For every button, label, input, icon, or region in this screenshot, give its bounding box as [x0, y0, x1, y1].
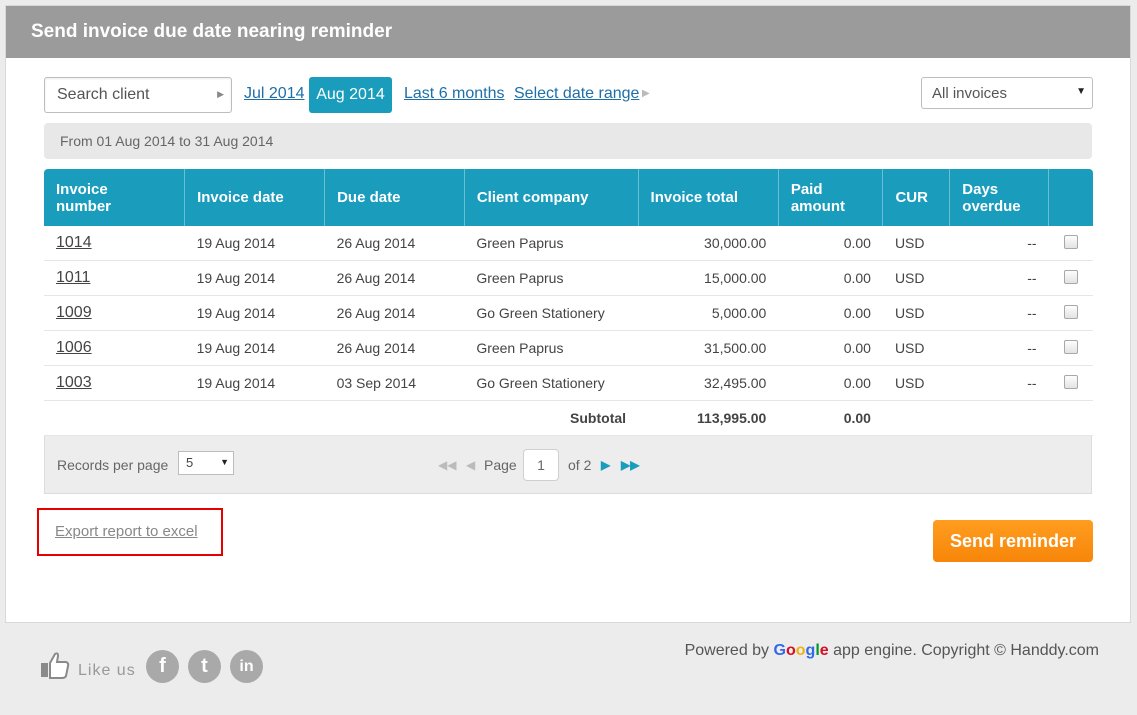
table-row: 1006 19 Aug 2014 26 Aug 2014 Green Papru…	[44, 330, 1093, 366]
currency-cell: USD	[882, 260, 950, 296]
invoice-number-link[interactable]: 1003	[56, 374, 92, 391]
paid-cell: 0.00	[778, 365, 883, 401]
table-row: 1011 19 Aug 2014 26 Aug 2014 Green Papru…	[44, 260, 1093, 296]
google-logo: Google	[773, 642, 829, 659]
col-invoice-number[interactable]: Invoice number	[44, 169, 186, 226]
days-overdue-cell: --	[949, 295, 1049, 331]
invoice-date-cell: 19 Aug 2014	[184, 260, 325, 296]
linkedin-icon[interactable]: in	[230, 650, 263, 683]
due-date-cell: 26 Aug 2014	[324, 260, 465, 296]
invoice-number-link[interactable]: 1011	[56, 269, 90, 286]
row-checkbox[interactable]	[1063, 304, 1078, 319]
row-checkbox[interactable]	[1063, 374, 1078, 389]
days-overdue-cell: --	[949, 330, 1049, 366]
total-cell: 31,500.00	[638, 330, 779, 366]
paid-cell: 0.00	[778, 260, 883, 296]
date-link-last-6-months[interactable]: Last 6 months	[404, 85, 505, 103]
chevron-down-icon: ▼	[220, 457, 229, 467]
currency-cell: USD	[882, 226, 950, 261]
next-page-icon[interactable]: ▶	[601, 458, 610, 472]
previous-page-icon[interactable]: ◀	[466, 458, 475, 472]
records-per-page-label: Records per page	[57, 457, 169, 473]
chevron-down-icon: ▼	[1076, 86, 1086, 97]
subtotal-total: 113,995.00	[638, 400, 779, 436]
paid-cell: 0.00	[778, 330, 883, 366]
client-cell: Green Paprus	[464, 260, 639, 296]
client-cell: Green Paprus	[464, 226, 639, 261]
export-excel-link[interactable]: Export report to excel	[55, 523, 198, 540]
row-checkbox[interactable]	[1063, 339, 1078, 354]
due-date-cell: 26 Aug 2014	[324, 295, 465, 331]
total-cell: 30,000.00	[638, 226, 779, 261]
invoice-date-cell: 19 Aug 2014	[184, 365, 325, 401]
total-cell: 5,000.00	[638, 295, 779, 331]
page-title: Send invoice due date nearing reminder	[6, 6, 1130, 58]
due-date-cell: 26 Aug 2014	[324, 226, 465, 261]
last-page-icon[interactable]: ▶▶	[621, 458, 639, 472]
col-select	[1048, 169, 1093, 226]
col-invoice-total[interactable]: Invoice total	[638, 169, 779, 226]
row-checkbox[interactable]	[1063, 234, 1078, 249]
col-currency[interactable]: CUR	[882, 169, 951, 226]
client-cell: Green Paprus	[464, 330, 639, 366]
pagination-bar: Records per page 5 ▼ ◀◀ ◀ Page 1 of 2 ▶ …	[44, 436, 1092, 494]
invoice-number-link[interactable]: 1014	[56, 234, 92, 251]
date-link-select-range[interactable]: Select date range	[514, 85, 639, 103]
col-paid-amount[interactable]: Paid amount	[778, 169, 884, 226]
page-label: Page	[484, 457, 517, 473]
invoice-table: Invoice number Invoice date Due date Clie…	[44, 169, 1093, 436]
subtotal-label: Subtotal	[464, 400, 639, 436]
search-client-input[interactable]	[57, 86, 207, 104]
like-us-label: Like us	[78, 662, 136, 679]
invoice-number-link[interactable]: 1009	[56, 304, 92, 321]
first-page-icon[interactable]: ◀◀	[438, 458, 456, 472]
subtotal-row: Subtotal 113,995.00 0.00	[44, 400, 1093, 436]
records-per-page-select[interactable]: 5 ▼	[178, 451, 234, 475]
paid-cell: 0.00	[778, 226, 883, 261]
col-client-company[interactable]: Client company	[464, 169, 639, 226]
currency-cell: USD	[882, 295, 950, 331]
twitter-icon[interactable]: t	[188, 650, 221, 683]
date-button-aug-2014[interactable]: Aug 2014	[309, 77, 392, 113]
due-date-cell: 26 Aug 2014	[324, 330, 465, 366]
caret-right-icon: ▶	[217, 89, 224, 99]
caret-right-icon: ▶	[642, 88, 650, 99]
client-cell: Go Green Stationery	[464, 365, 639, 401]
date-range-summary: From 01 Aug 2014 to 31 Aug 2014	[44, 123, 1092, 159]
total-cell: 15,000.00	[638, 260, 779, 296]
currency-cell: USD	[882, 330, 950, 366]
client-cell: Go Green Stationery	[464, 295, 639, 331]
currency-cell: USD	[882, 365, 950, 401]
days-overdue-cell: --	[949, 226, 1049, 261]
days-overdue-cell: --	[949, 365, 1049, 401]
col-due-date[interactable]: Due date	[324, 169, 465, 226]
thumbs-up-icon	[41, 652, 70, 679]
invoice-date-cell: 19 Aug 2014	[184, 226, 325, 261]
table-row: 1014 19 Aug 2014 26 Aug 2014 Green Papru…	[44, 226, 1093, 261]
invoice-date-cell: 19 Aug 2014	[184, 295, 325, 331]
paid-cell: 0.00	[778, 295, 883, 331]
col-days-overdue[interactable]: Days overdue	[949, 169, 1050, 226]
facebook-icon[interactable]: f	[146, 650, 179, 683]
powered-by-text: Powered by Google app engine. Copyright …	[684, 642, 1099, 659]
search-client-field[interactable]: ▶	[44, 77, 232, 113]
row-checkbox[interactable]	[1063, 269, 1078, 284]
col-invoice-date[interactable]: Invoice date	[184, 169, 326, 226]
days-overdue-cell: --	[949, 260, 1049, 296]
subtotal-paid: 0.00	[778, 400, 883, 436]
send-reminder-button[interactable]: Send reminder	[933, 520, 1093, 562]
invoice-number-link[interactable]: 1006	[56, 339, 92, 356]
date-link-jul-2014[interactable]: Jul 2014	[244, 85, 305, 103]
records-per-page-value: 5	[186, 455, 194, 470]
invoice-filter-select[interactable]: All invoices ▼	[921, 77, 1093, 109]
page-number-input[interactable]: 1	[523, 449, 559, 481]
table-row: 1003 19 Aug 2014 03 Sep 2014 Go Green St…	[44, 365, 1093, 401]
total-cell: 32,495.00	[638, 365, 779, 401]
invoice-date-cell: 19 Aug 2014	[184, 330, 325, 366]
invoice-filter-value: All invoices	[932, 85, 1008, 102]
page-count-label: of 2	[568, 457, 592, 473]
table-row: 1009 19 Aug 2014 26 Aug 2014 Go Green St…	[44, 295, 1093, 331]
due-date-cell: 03 Sep 2014	[324, 365, 465, 401]
main-panel: Send invoice due date nearing reminder ▶…	[5, 5, 1131, 623]
